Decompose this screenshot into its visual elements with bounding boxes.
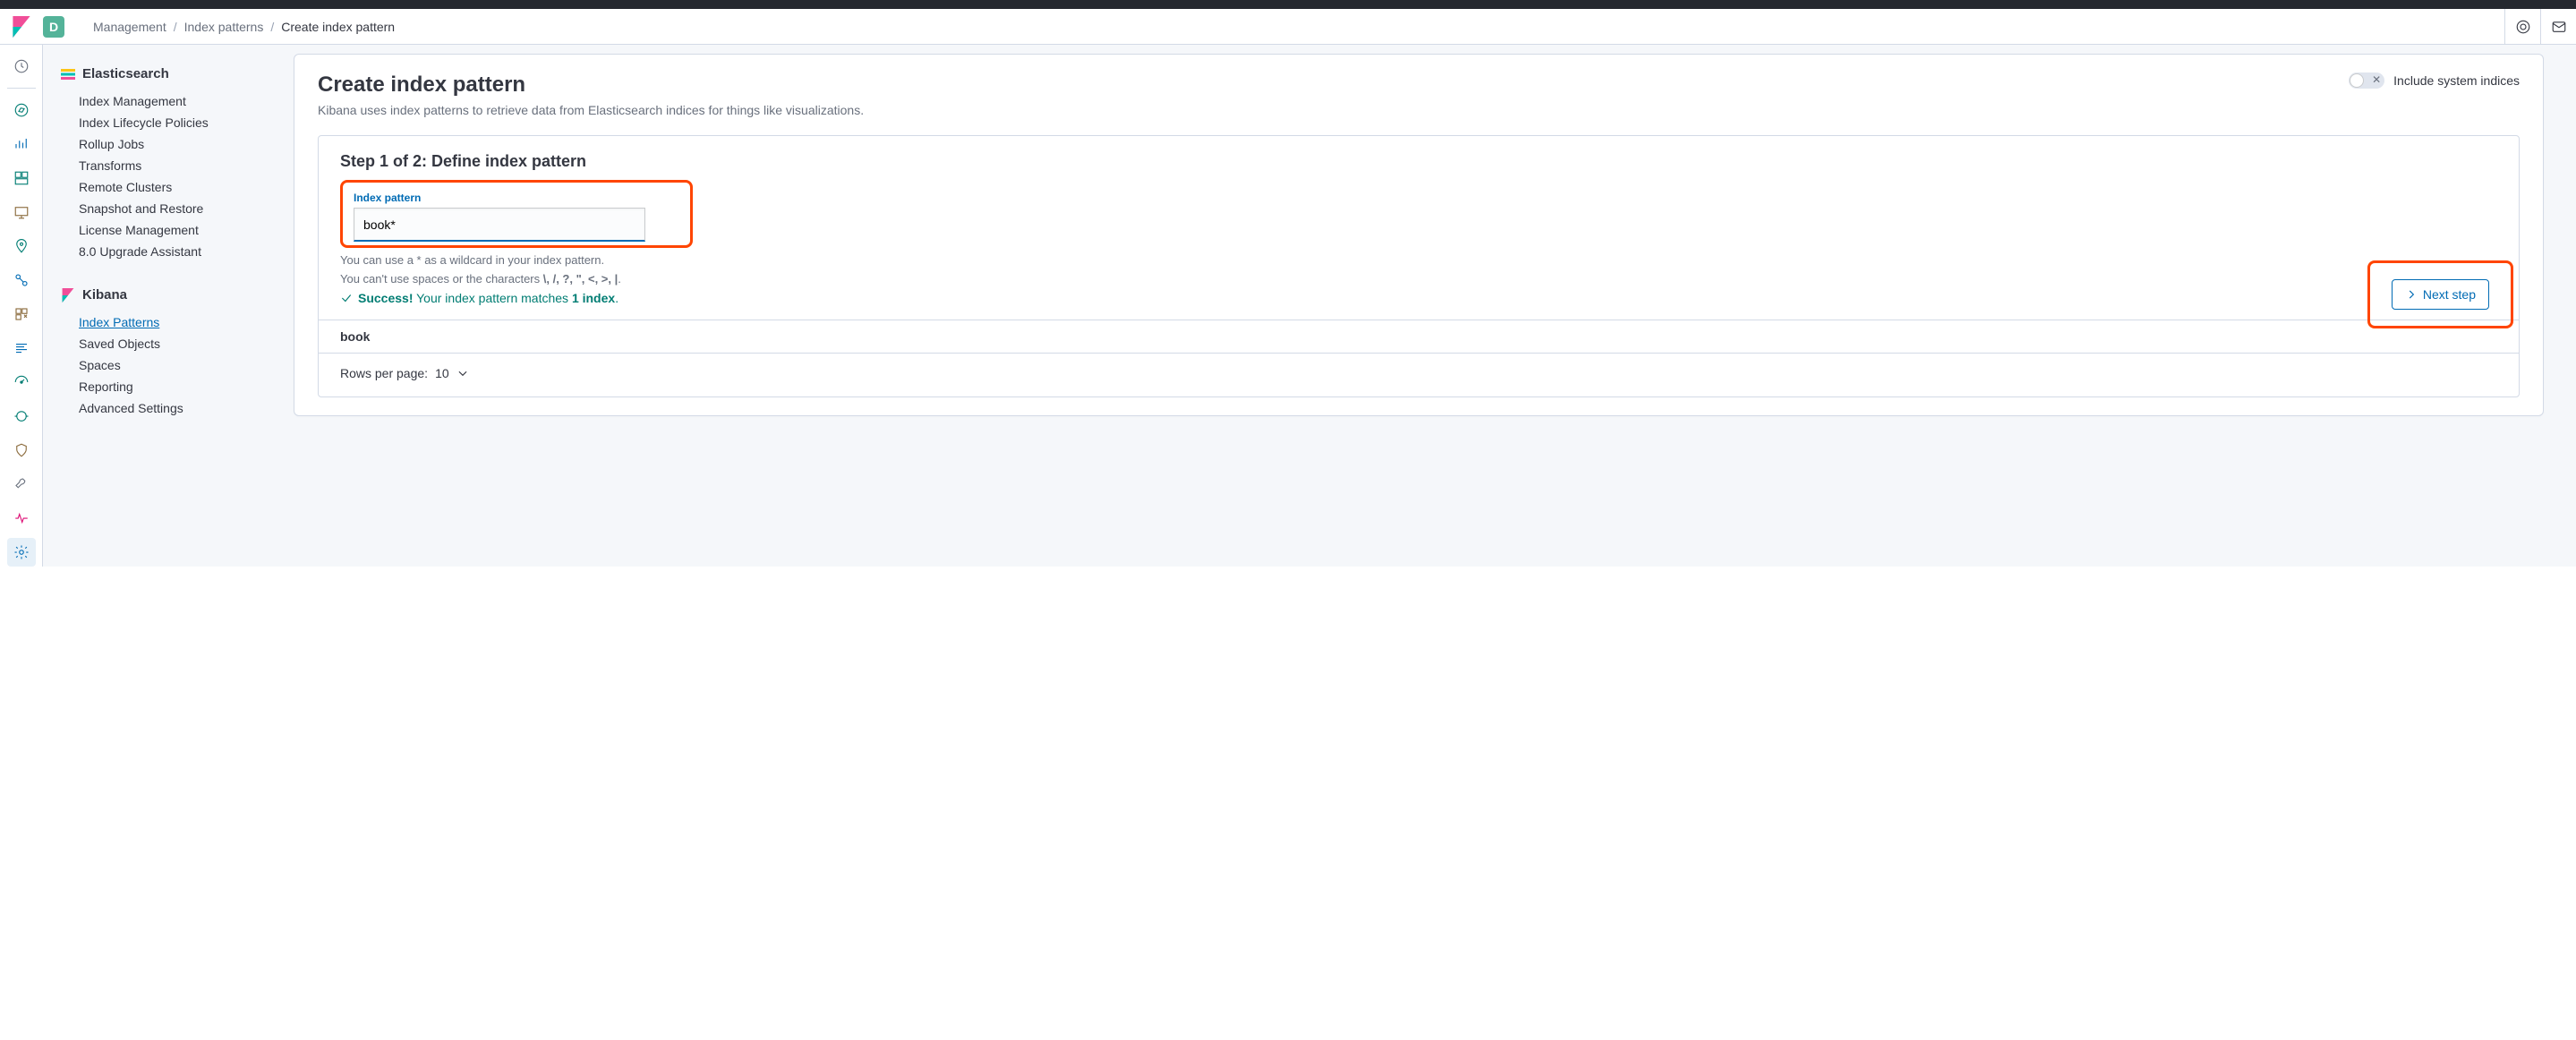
next-step-highlight: Next step bbox=[2367, 260, 2513, 328]
nav-divider bbox=[7, 88, 36, 89]
content-area: Create index pattern Kibana uses index p… bbox=[294, 45, 2576, 567]
include-system-indices-row: ✕ Include system indices bbox=[2349, 72, 2520, 89]
sidebar-item[interactable]: Remote Clusters bbox=[54, 176, 294, 198]
breadcrumb-item[interactable]: Management bbox=[93, 20, 166, 34]
check-icon bbox=[340, 292, 353, 304]
success-count: 1 index bbox=[572, 291, 615, 305]
rows-per-page-value: 10 bbox=[435, 366, 449, 380]
sidebar-item[interactable]: Index Management bbox=[54, 90, 294, 112]
monitoring-icon[interactable] bbox=[7, 504, 36, 533]
matched-index-row: book bbox=[319, 320, 2519, 354]
include-system-indices-switch[interactable]: ✕ bbox=[2349, 72, 2384, 89]
matched-index-name: book bbox=[340, 329, 370, 344]
kibana-logo[interactable] bbox=[0, 16, 43, 38]
next-step-label: Next step bbox=[2423, 287, 2476, 302]
visualize-icon[interactable] bbox=[7, 130, 36, 158]
sidebar-item[interactable]: Transforms bbox=[54, 155, 294, 176]
sidebar-item[interactable]: Saved Objects bbox=[54, 333, 294, 354]
sidebar-item-index-patterns[interactable]: Index Patterns bbox=[54, 311, 294, 333]
page-description: Kibana uses index patterns to retrieve d… bbox=[318, 103, 864, 117]
kibana-icon bbox=[61, 288, 75, 303]
sidebar-item[interactable]: Spaces bbox=[54, 354, 294, 376]
app-layout: Elasticsearch Index Management Index Lif… bbox=[0, 45, 2576, 567]
success-end: . bbox=[615, 291, 618, 305]
page-title: Create index pattern bbox=[318, 72, 864, 98]
maps-icon[interactable] bbox=[7, 232, 36, 260]
breadcrumb-sep: / bbox=[270, 20, 274, 34]
dashboard-icon[interactable] bbox=[7, 164, 36, 192]
main-area: Elasticsearch Index Management Index Lif… bbox=[43, 45, 2576, 567]
rows-per-page-label: Rows per page: bbox=[340, 366, 428, 380]
help-icon[interactable] bbox=[2504, 9, 2540, 45]
chevron-down-icon bbox=[456, 367, 469, 379]
step-panel: Step 1 of 2: Define index pattern Index … bbox=[318, 135, 2520, 397]
discover-icon[interactable] bbox=[7, 96, 36, 124]
sidebar-group-kibana: Kibana Index Patterns Saved Objects Spac… bbox=[54, 284, 294, 419]
logs-icon[interactable] bbox=[7, 334, 36, 362]
sidebar-item[interactable]: Rollup Jobs bbox=[54, 133, 294, 155]
sidebar-item[interactable]: 8.0 Upgrade Assistant bbox=[54, 241, 294, 262]
left-nav bbox=[0, 45, 43, 567]
uptime-icon[interactable] bbox=[7, 402, 36, 430]
space-initial: D bbox=[49, 20, 58, 34]
index-pattern-input[interactable] bbox=[354, 208, 645, 242]
siem-icon[interactable] bbox=[7, 436, 36, 465]
rows-per-page-selector[interactable]: Rows per page: 10 bbox=[319, 354, 2519, 396]
kibana-logo-icon bbox=[13, 16, 30, 38]
sidebar-item[interactable]: Snapshot and Restore bbox=[54, 198, 294, 219]
ml-icon[interactable] bbox=[7, 266, 36, 294]
sidebar-title-label: Elasticsearch bbox=[82, 66, 169, 81]
sidebar-title-elasticsearch: Elasticsearch bbox=[54, 63, 294, 85]
recent-icon[interactable] bbox=[7, 52, 36, 81]
next-step-button[interactable]: Next step bbox=[2392, 279, 2489, 310]
success-message: Success! Your index pattern matches 1 in… bbox=[340, 291, 2497, 305]
sidebar-group-elasticsearch: Elasticsearch Index Management Index Lif… bbox=[54, 63, 294, 262]
breadcrumb: Management / Index patterns / Create ind… bbox=[93, 20, 395, 34]
newsfeed-icon[interactable] bbox=[2540, 9, 2576, 45]
breadcrumb-current: Create index pattern bbox=[281, 20, 395, 34]
help-text-chars-suffix: . bbox=[618, 272, 621, 286]
create-index-pattern-panel: Create index pattern Kibana uses index p… bbox=[294, 54, 2544, 416]
window-titlebar bbox=[0, 0, 2576, 9]
help-text-wildcard: You can use a * as a wildcard in your in… bbox=[340, 253, 2497, 267]
success-prefix: Success! bbox=[358, 291, 413, 305]
sidebar-title-kibana: Kibana bbox=[54, 284, 294, 306]
canvas-icon[interactable] bbox=[7, 198, 36, 226]
include-system-indices-label: Include system indices bbox=[2393, 73, 2520, 88]
devtools-icon[interactable] bbox=[7, 470, 36, 499]
sidebar-item[interactable]: Reporting bbox=[54, 376, 294, 397]
management-sidebar: Elasticsearch Index Management Index Lif… bbox=[43, 45, 294, 567]
help-text-chars-prefix: You can't use spaces or the characters bbox=[340, 272, 543, 286]
help-text-chars-list: \, /, ?, ", <, >, | bbox=[543, 272, 618, 286]
management-icon[interactable] bbox=[7, 538, 36, 567]
sidebar-item[interactable]: Index Lifecycle Policies bbox=[54, 112, 294, 133]
switch-thumb bbox=[2350, 73, 2364, 88]
space-selector[interactable]: D bbox=[43, 16, 64, 38]
step-title: Step 1 of 2: Define index pattern bbox=[340, 152, 2497, 171]
app-header: D Management / Index patterns / Create i… bbox=[0, 9, 2576, 45]
chevron-right-icon bbox=[2405, 288, 2418, 301]
infra-icon[interactable] bbox=[7, 300, 36, 328]
help-text-chars: You can't use spaces or the characters \… bbox=[340, 272, 2497, 286]
index-pattern-label: Index pattern bbox=[354, 192, 421, 204]
success-text: Your index pattern matches bbox=[413, 291, 571, 305]
sidebar-item[interactable]: Advanced Settings bbox=[54, 397, 294, 419]
panel-header: Create index pattern Kibana uses index p… bbox=[318, 72, 2520, 117]
switch-off-icon: ✕ bbox=[2372, 73, 2381, 86]
breadcrumb-item[interactable]: Index patterns bbox=[184, 20, 264, 34]
breadcrumb-sep: / bbox=[174, 20, 177, 34]
sidebar-title-label: Kibana bbox=[82, 287, 127, 303]
elasticsearch-icon bbox=[61, 67, 75, 81]
header-actions bbox=[2504, 9, 2576, 45]
index-pattern-field-highlight: Index pattern bbox=[340, 180, 693, 248]
sidebar-item[interactable]: License Management bbox=[54, 219, 294, 241]
apm-icon[interactable] bbox=[7, 368, 36, 396]
